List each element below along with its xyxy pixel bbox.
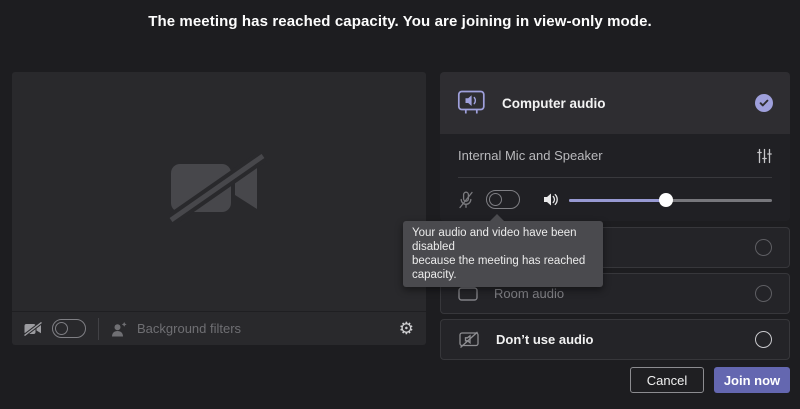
- room-audio-icon: [458, 286, 478, 302]
- settings-gear-icon[interactable]: ⚙: [399, 320, 414, 337]
- toolbar-divider: [98, 318, 99, 340]
- preview-toolbar: Background filters ⚙: [12, 311, 426, 345]
- camera-toggle[interactable]: [52, 319, 86, 338]
- disabled-tooltip: Your audio and video have been disabled …: [403, 221, 603, 287]
- volume-slider-fill: [569, 199, 666, 202]
- mic-off-icon: [458, 191, 474, 209]
- camera-toggle-knob: [55, 322, 68, 335]
- volume-icon: [543, 192, 560, 207]
- camera-off-icon: [24, 322, 43, 336]
- mic-toggle[interactable]: [486, 190, 520, 209]
- device-settings-section: Internal Mic and Speaker: [440, 134, 790, 221]
- tooltip-line2: because the meeting has reached capacity…: [412, 254, 594, 282]
- computer-audio-icon: [457, 89, 486, 117]
- capacity-banner: The meeting has reached capacity. You ar…: [0, 13, 800, 30]
- option-computer-audio[interactable]: Computer audio: [440, 72, 790, 134]
- join-now-button[interactable]: Join now: [714, 367, 790, 393]
- option-dont-use-audio[interactable]: Don’t use audio: [440, 319, 790, 360]
- prejoin-window: The meeting has reached capacity. You ar…: [0, 0, 800, 409]
- cancel-button[interactable]: Cancel: [630, 367, 704, 393]
- room-audio-radio[interactable]: [755, 285, 772, 302]
- dont-use-audio-icon: [458, 331, 480, 349]
- selected-check-icon: [755, 94, 773, 112]
- dont-use-audio-label: Don’t use audio: [496, 332, 594, 347]
- computer-audio-label: Computer audio: [502, 96, 606, 111]
- camera-disabled-icon: [169, 154, 269, 222]
- video-preview: Background filters ⚙: [12, 72, 426, 345]
- background-filters-icon: [111, 321, 129, 337]
- tooltip-line1: Your audio and video have been disabled: [412, 226, 594, 254]
- tooltip-arrow: [490, 214, 504, 221]
- volume-slider[interactable]: [569, 193, 772, 207]
- audio-settings-icon[interactable]: [757, 148, 772, 164]
- room-audio-label: Room audio: [494, 286, 564, 301]
- device-name: Internal Mic and Speaker: [458, 148, 603, 163]
- mic-toggle-knob: [489, 193, 502, 206]
- background-filters-button[interactable]: Background filters: [137, 321, 241, 336]
- dont-use-audio-radio[interactable]: [755, 331, 772, 348]
- audio-options-panel: Computer audio Internal Mic and Speaker: [440, 72, 790, 221]
- volume-slider-thumb[interactable]: [659, 193, 673, 207]
- hidden-audio-radio[interactable]: [755, 239, 772, 256]
